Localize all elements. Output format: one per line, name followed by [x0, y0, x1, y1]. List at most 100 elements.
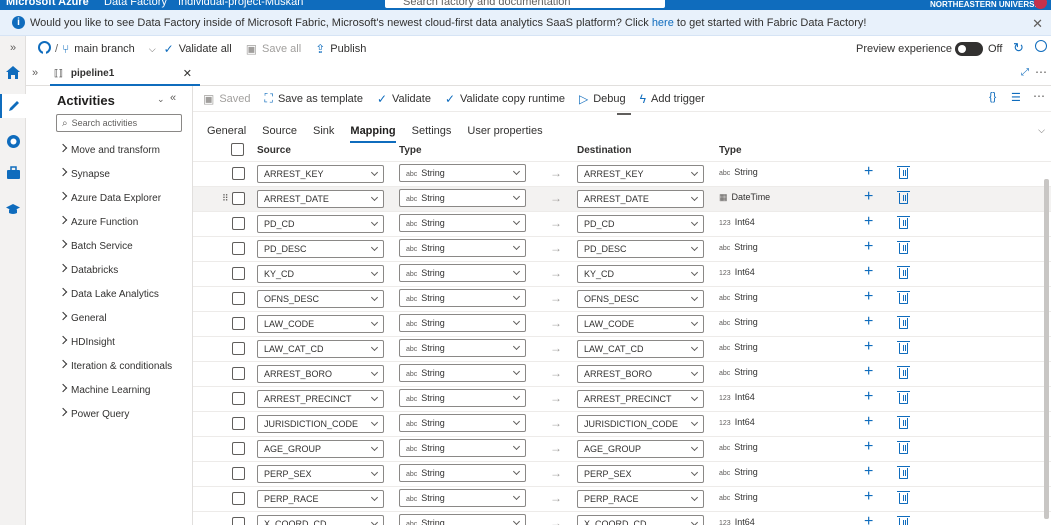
destination-column-dropdown[interactable]: KY_CD — [577, 265, 704, 283]
source-column-dropdown[interactable]: ARREST_PRECINCT — [257, 390, 384, 408]
activity-group-iteration-conditionals[interactable]: Iteration & conditionals — [26, 354, 193, 378]
delete-icon[interactable] — [897, 441, 910, 454]
save-as-template-button[interactable]: ⛶ Save as template — [265, 91, 363, 106]
monitor-icon[interactable] — [4, 132, 22, 150]
home-icon[interactable] — [4, 63, 22, 81]
destination-column-dropdown[interactable]: ARREST_PRECINCT — [577, 390, 704, 408]
delete-icon[interactable] — [897, 341, 910, 354]
discard-icon[interactable] — [1035, 40, 1047, 52]
code-icon[interactable]: {} — [989, 91, 996, 103]
add-mapping-icon[interactable]: + — [864, 388, 873, 406]
search-activities-input[interactable]: ⌕ Search activities — [56, 114, 182, 132]
author-pencil-icon[interactable] — [0, 94, 26, 118]
source-type-dropdown[interactable]: abc String — [399, 339, 526, 357]
delete-icon[interactable] — [897, 241, 910, 254]
collapse-all-icon[interactable]: ⌄ — [157, 94, 165, 105]
branch-selector[interactable]: ⑂ main branch ⌵ — [62, 42, 156, 56]
saved-button[interactable]: ▣ Saved — [203, 92, 251, 106]
more-options-icon[interactable]: ⋯ — [1035, 65, 1047, 79]
source-column-dropdown[interactable]: PERP_SEX — [257, 465, 384, 483]
delete-icon[interactable] — [897, 316, 910, 329]
tab-sink[interactable]: Sink — [313, 121, 334, 143]
activity-group-azure-data-explorer[interactable]: Azure Data Explorer — [26, 186, 193, 210]
destination-column-dropdown[interactable]: AGE_GROUP — [577, 440, 704, 458]
source-column-dropdown[interactable]: PD_DESC — [257, 240, 384, 258]
add-mapping-icon[interactable]: + — [864, 488, 873, 506]
tab-mapping[interactable]: Mapping — [350, 121, 396, 143]
delete-icon[interactable] — [897, 416, 910, 429]
source-type-dropdown[interactable]: abc String — [399, 464, 526, 482]
destination-column-dropdown[interactable]: PERP_RACE — [577, 490, 704, 508]
source-column-dropdown[interactable]: ARREST_DATE — [257, 190, 384, 208]
source-type-dropdown[interactable]: abc String — [399, 414, 526, 432]
row-checkbox[interactable] — [232, 392, 245, 405]
row-checkbox[interactable] — [232, 417, 245, 430]
source-column-dropdown[interactable]: PERP_RACE — [257, 490, 384, 508]
delete-icon[interactable] — [897, 366, 910, 379]
close-tab-icon[interactable]: ✕ — [183, 67, 192, 80]
source-column-dropdown[interactable]: ARREST_BORO — [257, 365, 384, 383]
source-type-dropdown[interactable]: abc String — [399, 364, 526, 382]
activity-group-move-and-transform[interactable]: Move and transform — [26, 138, 193, 162]
activity-group-batch-service[interactable]: Batch Service — [26, 234, 193, 258]
add-mapping-icon[interactable]: + — [864, 413, 873, 431]
tab-pipeline1[interactable]: ⟦⟧ pipeline1 ✕ — [50, 62, 200, 86]
tab-source[interactable]: Source — [262, 121, 297, 143]
source-type-dropdown[interactable]: abc String — [399, 164, 526, 182]
add-mapping-icon[interactable]: + — [864, 213, 873, 231]
tab-settings[interactable]: Settings — [412, 121, 452, 143]
activity-group-power-query[interactable]: Power Query — [26, 402, 193, 426]
destination-column-dropdown[interactable]: PD_DESC — [577, 240, 704, 258]
source-column-dropdown[interactable]: OFNS_DESC — [257, 290, 384, 308]
add-mapping-icon[interactable]: + — [864, 338, 873, 356]
add-trigger-button[interactable]: ϟ Add trigger — [640, 92, 705, 106]
delete-icon[interactable] — [897, 166, 910, 179]
destination-column-dropdown[interactable]: ARREST_KEY — [577, 165, 704, 183]
source-column-dropdown[interactable]: LAW_CAT_CD — [257, 340, 384, 358]
add-mapping-icon[interactable]: + — [864, 263, 873, 281]
source-column-dropdown[interactable]: JURISDICTION_CODE — [257, 415, 384, 433]
save-all-button[interactable]: ▣ Save all — [246, 42, 301, 56]
select-all-checkbox[interactable] — [231, 143, 244, 156]
activity-group-data-lake-analytics[interactable]: Data Lake Analytics — [26, 282, 193, 306]
drag-handle-icon[interactable]: ⠿ — [222, 193, 229, 204]
delete-icon[interactable] — [897, 391, 910, 404]
destination-column-dropdown[interactable]: PD_CD — [577, 215, 704, 233]
add-mapping-icon[interactable]: + — [864, 463, 873, 481]
activity-group-general[interactable]: General — [26, 306, 193, 330]
add-mapping-icon[interactable]: + — [864, 238, 873, 256]
destination-column-dropdown[interactable]: OFNS_DESC — [577, 290, 704, 308]
delete-icon[interactable] — [897, 216, 910, 229]
destination-column-dropdown[interactable]: LAW_CODE — [577, 315, 704, 333]
source-type-dropdown[interactable]: abc String — [399, 214, 526, 232]
hide-panel-icon[interactable]: « — [170, 92, 176, 104]
delete-icon[interactable] — [897, 516, 910, 525]
source-type-dropdown[interactable]: abc String — [399, 189, 526, 207]
project-label[interactable]: Individual-project-Muskan — [178, 0, 303, 8]
publish-button[interactable]: ⇪ Publish — [315, 42, 366, 56]
destination-column-dropdown[interactable]: JURISDICTION_CODE — [577, 415, 704, 433]
row-checkbox[interactable] — [232, 267, 245, 280]
source-type-dropdown[interactable]: abc String — [399, 239, 526, 257]
row-checkbox[interactable] — [232, 167, 245, 180]
row-checkbox[interactable] — [232, 367, 245, 380]
activity-group-azure-function[interactable]: Azure Function — [26, 210, 193, 234]
add-mapping-icon[interactable]: + — [864, 163, 873, 181]
delete-icon[interactable] — [897, 466, 910, 479]
row-checkbox[interactable] — [232, 217, 245, 230]
github-icon[interactable] — [38, 41, 51, 57]
validate-button[interactable]: ✓ Validate — [377, 92, 431, 106]
delete-icon[interactable] — [897, 266, 910, 279]
source-type-dropdown[interactable]: abc String — [399, 314, 526, 332]
row-checkbox[interactable] — [232, 317, 245, 330]
global-search-input[interactable]: Search factory and documentation — [385, 0, 665, 8]
activity-group-databricks[interactable]: Databricks — [26, 258, 193, 282]
close-icon[interactable]: ✕ — [1032, 16, 1043, 32]
add-mapping-icon[interactable]: + — [864, 188, 873, 206]
vertical-scrollbar[interactable] — [1044, 179, 1049, 519]
panel-resize-handle[interactable] — [617, 113, 631, 115]
row-checkbox[interactable] — [232, 342, 245, 355]
add-mapping-icon[interactable]: + — [864, 313, 873, 331]
row-checkbox[interactable] — [232, 242, 245, 255]
refresh-icon[interactable]: ↻ — [1013, 40, 1024, 56]
